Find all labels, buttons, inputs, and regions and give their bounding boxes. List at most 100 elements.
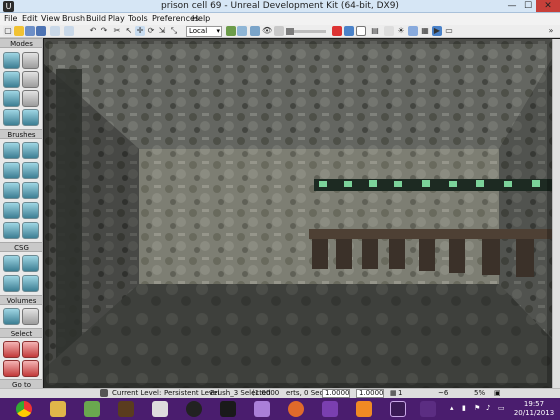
sphere-brush-icon[interactable]	[22, 222, 39, 239]
csg-add-icon[interactable]	[3, 255, 20, 272]
menu-play[interactable]: Play	[108, 13, 125, 25]
open-folder-icon[interactable]	[14, 26, 24, 36]
add-volume-icon[interactable]	[3, 308, 20, 325]
cone-brush-icon[interactable]	[22, 142, 39, 159]
minimize-button[interactable]: —	[504, 0, 520, 12]
hide-selected-icon[interactable]	[22, 360, 39, 377]
scale-snap-value[interactable]: 5%	[474, 389, 485, 398]
save-icon[interactable]	[25, 26, 35, 36]
select-actors-icon[interactable]	[3, 341, 20, 358]
menu-brush[interactable]: Brush	[62, 13, 85, 25]
udk-taskbar-icon[interactable]	[390, 401, 406, 417]
csg-subtract-icon[interactable]	[22, 255, 39, 272]
linear-stair-icon[interactable]	[3, 182, 20, 199]
viewport-scrollbar[interactable]	[552, 39, 560, 388]
select-mode-icon[interactable]: ↖	[124, 26, 134, 36]
more-tools-icon[interactable]: ▭	[444, 26, 454, 36]
menu-view[interactable]: View	[41, 13, 60, 25]
eye-icon[interactable]: 👁	[262, 26, 272, 36]
drag-x-field[interactable]: 1.0000	[322, 389, 350, 398]
redo-icon[interactable]: ↷	[99, 26, 109, 36]
build-all-icon[interactable]	[344, 26, 354, 36]
app-extra-icon[interactable]	[420, 401, 436, 417]
game-icon[interactable]	[118, 401, 134, 417]
steam-icon[interactable]	[186, 401, 202, 417]
translate-mode-icon[interactable]: ✛	[135, 26, 145, 36]
toggle-rt-icon[interactable]	[332, 26, 342, 36]
save-all-icon[interactable]	[36, 26, 46, 36]
file-explorer-icon[interactable]	[50, 401, 66, 417]
minecraft-icon[interactable]	[84, 401, 100, 417]
deselect-actors-icon[interactable]	[22, 341, 39, 358]
csg-deintersect-icon[interactable]	[22, 275, 39, 292]
origin-icon[interactable]	[288, 401, 304, 417]
lighting-icon[interactable]: ☀	[396, 26, 406, 36]
sheet-brush-icon[interactable]	[22, 182, 39, 199]
tray-battery-icon[interactable]: ▭	[498, 404, 505, 412]
drag-y-field[interactable]: 1.0000	[356, 389, 384, 398]
undo-icon[interactable]: ↶	[88, 26, 98, 36]
find-actor-icon[interactable]	[226, 26, 236, 36]
coordinate-system-dropdown[interactable]: Local	[186, 26, 222, 37]
toggle-icon[interactable]	[356, 26, 366, 36]
cube-brush-icon[interactable]	[3, 142, 20, 159]
volumetric-brush-icon[interactable]	[3, 222, 20, 239]
rotation-snap-value[interactable]: ~6	[438, 389, 448, 398]
close-button[interactable]: ✕	[536, 0, 560, 12]
paint-mode-icon[interactable]	[3, 90, 20, 107]
app-wheel-icon[interactable]	[254, 401, 270, 417]
chrome-icon[interactable]	[16, 401, 32, 417]
grid-size-value[interactable]: 1	[398, 389, 402, 398]
tray-flag-icon[interactable]: ⚑	[474, 404, 480, 412]
menu-build[interactable]: Build	[86, 13, 106, 25]
vlc-icon[interactable]	[356, 401, 372, 417]
menu-help[interactable]: Help	[192, 13, 210, 25]
brush-icon[interactable]	[384, 26, 394, 36]
build-icon[interactable]: ▦	[420, 26, 430, 36]
camera-mode-icon[interactable]	[3, 52, 20, 69]
move-mode-icon[interactable]	[22, 71, 39, 88]
menu-tools[interactable]: Tools	[128, 13, 148, 25]
menu-file[interactable]: File	[4, 13, 17, 25]
landscape-mode-icon[interactable]	[22, 109, 39, 126]
drag-grid-icon[interactable]	[274, 26, 284, 36]
rotate-mode-icon[interactable]: ⟳	[146, 26, 156, 36]
non-uniform-scale-icon[interactable]: ⤡	[169, 26, 179, 36]
curved-stair-icon[interactable]	[3, 162, 20, 179]
mesh-paint-icon[interactable]	[22, 90, 39, 107]
csg-intersect-icon[interactable]	[3, 275, 20, 292]
search-icon[interactable]	[250, 26, 260, 36]
cylinder-brush-icon[interactable]	[22, 162, 39, 179]
content-browser-icon[interactable]	[64, 26, 74, 36]
cut-icon[interactable]: ✂	[112, 26, 122, 36]
new-map-icon[interactable]: ▢	[3, 26, 13, 36]
geometry-mode-icon[interactable]	[22, 52, 39, 69]
tray-network-icon[interactable]: ▮	[462, 404, 466, 412]
coverlink-mode-icon[interactable]	[3, 109, 20, 126]
tray-volume-icon[interactable]: ♪	[486, 404, 490, 412]
play-in-editor-icon[interactable]: ▶	[432, 26, 442, 36]
show-selected-icon[interactable]	[3, 360, 20, 377]
open-package-icon[interactable]	[50, 26, 60, 36]
paths-icon[interactable]	[408, 26, 418, 36]
unity-icon[interactable]	[220, 401, 236, 417]
app-g-icon[interactable]	[152, 401, 168, 417]
spiral-stair-icon[interactable]	[3, 202, 20, 219]
title-bar[interactable]: U prison cell 69 - Unreal Development Ki…	[0, 0, 560, 13]
volume-list-icon[interactable]	[22, 308, 39, 325]
tray-arrow-icon[interactable]: ▴	[450, 404, 454, 412]
tetrahedron-brush-icon[interactable]	[22, 202, 39, 219]
terrain-mode-icon[interactable]	[3, 71, 20, 88]
grid-snap-icon[interactable]: ▦	[390, 389, 397, 398]
feather-icon[interactable]	[322, 401, 338, 417]
toolbar-overflow-icon[interactable]: »	[546, 26, 556, 36]
menu-edit[interactable]: Edit	[22, 13, 38, 25]
camera-speed-slider[interactable]	[286, 28, 326, 35]
realtime-preview-icon[interactable]: ▤	[370, 26, 380, 36]
maximize-button[interactable]: ☐	[520, 0, 536, 12]
browse-icon[interactable]	[237, 26, 247, 36]
scale-mode-icon[interactable]: ⇲	[157, 26, 167, 36]
snap-toggle-icon[interactable]: ▣	[494, 389, 501, 398]
taskbar-clock[interactable]: 19:57 20/11/2013	[510, 400, 558, 418]
perspective-viewport[interactable]	[44, 39, 552, 388]
